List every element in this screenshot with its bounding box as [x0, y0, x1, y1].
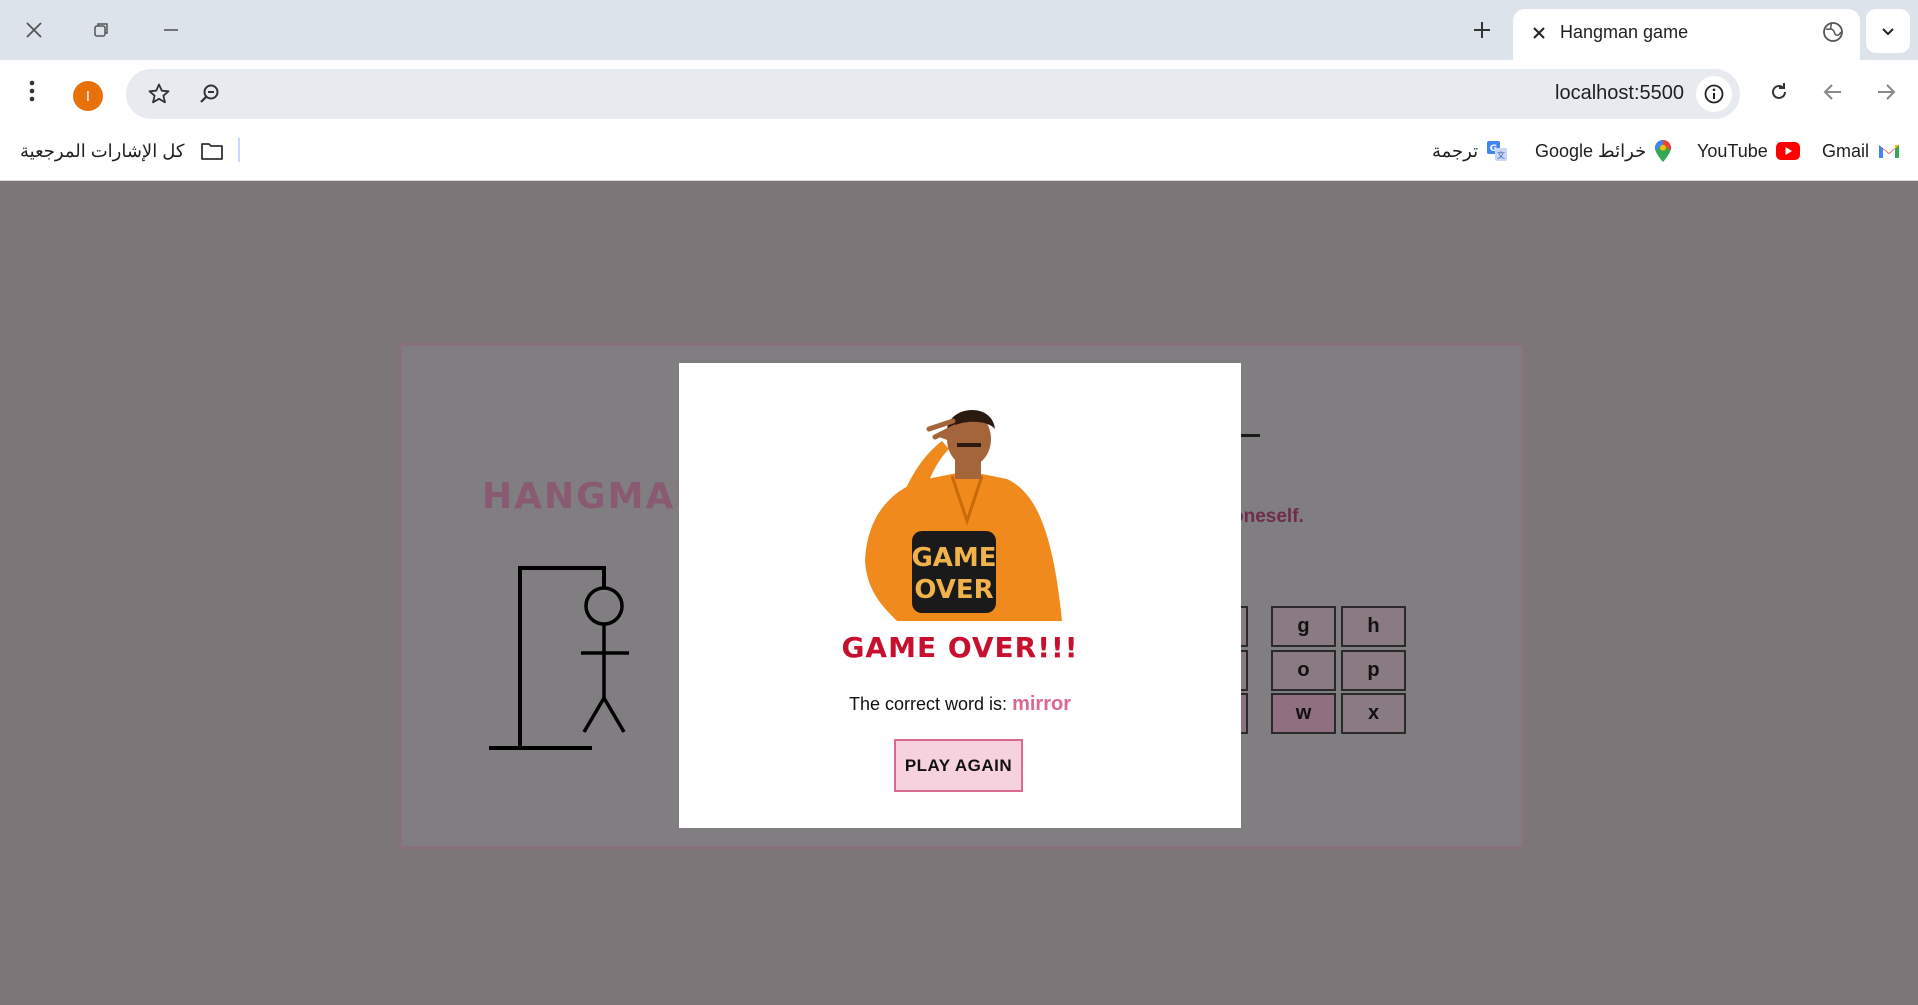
maps-icon	[1655, 140, 1672, 162]
bookmark-gmail[interactable]: Gmail	[1822, 138, 1901, 164]
restore-window-button[interactable]	[81, 14, 121, 46]
modal-title: GAME OVER!!!	[841, 631, 1079, 664]
translate-icon: G文	[1487, 141, 1508, 161]
bookmark-youtube[interactable]: YouTube	[1697, 138, 1800, 164]
correct-word-prefix: The correct word is:	[849, 694, 1008, 714]
globe-icon	[1820, 19, 1846, 45]
hint-text: oneself.	[1232, 506, 1304, 527]
profile-avatar[interactable]: I	[73, 81, 103, 111]
all-bookmarks-button[interactable]: كل الإشارات المرجعية	[20, 138, 224, 164]
folder-icon	[201, 143, 224, 160]
game-over-image: GAME OVER	[865, 410, 1062, 621]
close-icon	[26, 22, 42, 38]
address-bar[interactable]: localhost:5500	[126, 69, 1740, 119]
reload-icon	[1772, 83, 1786, 99]
hangman-drawing	[489, 566, 629, 750]
key-w: w	[1271, 693, 1336, 734]
game-over-sign-line1: GAME	[911, 543, 996, 573]
chevron-down-icon	[1882, 28, 1894, 36]
game-title: HANGMAN	[482, 476, 708, 517]
back-button[interactable]	[1817, 76, 1849, 108]
toolbar: I localhost:5500	[0, 60, 1918, 122]
youtube-icon	[1775, 142, 1800, 160]
bookmark-translate[interactable]: ترجمة G文	[1432, 138, 1508, 164]
minimize-icon	[164, 29, 178, 31]
game-over-sign-line2: OVER	[914, 575, 993, 605]
bookmark-translate-label: ترجمة	[1432, 140, 1479, 161]
site-info-button[interactable]	[1696, 76, 1732, 112]
zoom-out-icon	[200, 84, 219, 103]
bookmark-star-button[interactable]	[146, 81, 172, 107]
bookmark-maps[interactable]: Google خرائط	[1535, 138, 1672, 164]
tab-strip: Hangman game	[0, 0, 1918, 60]
restore-icon	[94, 23, 108, 37]
arrow-left-icon	[1823, 84, 1841, 100]
svg-text:文: 文	[1497, 150, 1505, 160]
tab-hangman[interactable]: Hangman game	[1513, 9, 1860, 60]
key-g[interactable]: g	[1271, 606, 1336, 647]
new-tab-button[interactable]	[1466, 14, 1498, 46]
close-icon	[1533, 27, 1545, 39]
key-p[interactable]: p	[1341, 650, 1406, 691]
game-over-modal: GAME OVER GAME OVER!!! The correct word …	[679, 363, 1241, 828]
star-icon	[148, 83, 170, 104]
plus-icon	[1474, 22, 1490, 38]
reload-button[interactable]	[1763, 76, 1795, 108]
tab-title: Hangman game	[1560, 22, 1689, 42]
bookmark-gmail-label: Gmail	[1822, 140, 1870, 161]
key-x[interactable]: x	[1341, 693, 1406, 734]
key-h[interactable]: h	[1341, 606, 1406, 647]
tab-close-button[interactable]	[1527, 21, 1551, 45]
correct-word-message: The correct word is: mirror	[679, 693, 1241, 716]
play-again-button[interactable]: PLAY AGAIN	[894, 739, 1023, 792]
gmail-icon	[1879, 145, 1900, 158]
forward-button[interactable]	[1870, 76, 1902, 108]
close-window-button[interactable]	[14, 14, 54, 46]
info-icon	[1704, 84, 1724, 104]
correct-word: mirror	[1012, 693, 1071, 715]
bookmarks-bar: كل الإشارات المرجعية ترجمة G文 Google خرا…	[0, 122, 1918, 181]
key-o[interactable]: o	[1271, 650, 1336, 691]
bookmark-youtube-label: YouTube	[1697, 140, 1768, 161]
url-text: localhost:5500	[1555, 82, 1684, 104]
bookmarks-divider	[238, 138, 240, 162]
zoom-button[interactable]	[196, 81, 222, 107]
minimize-window-button[interactable]	[151, 14, 191, 46]
all-bookmarks-label: كل الإشارات المرجعية	[20, 140, 185, 161]
more-vert-icon	[29, 80, 35, 102]
arrow-right-icon	[1878, 84, 1896, 100]
menu-button[interactable]	[16, 75, 48, 107]
tab-search-button[interactable]	[1866, 9, 1910, 53]
bookmark-maps-label: Google خرائط	[1535, 140, 1647, 161]
